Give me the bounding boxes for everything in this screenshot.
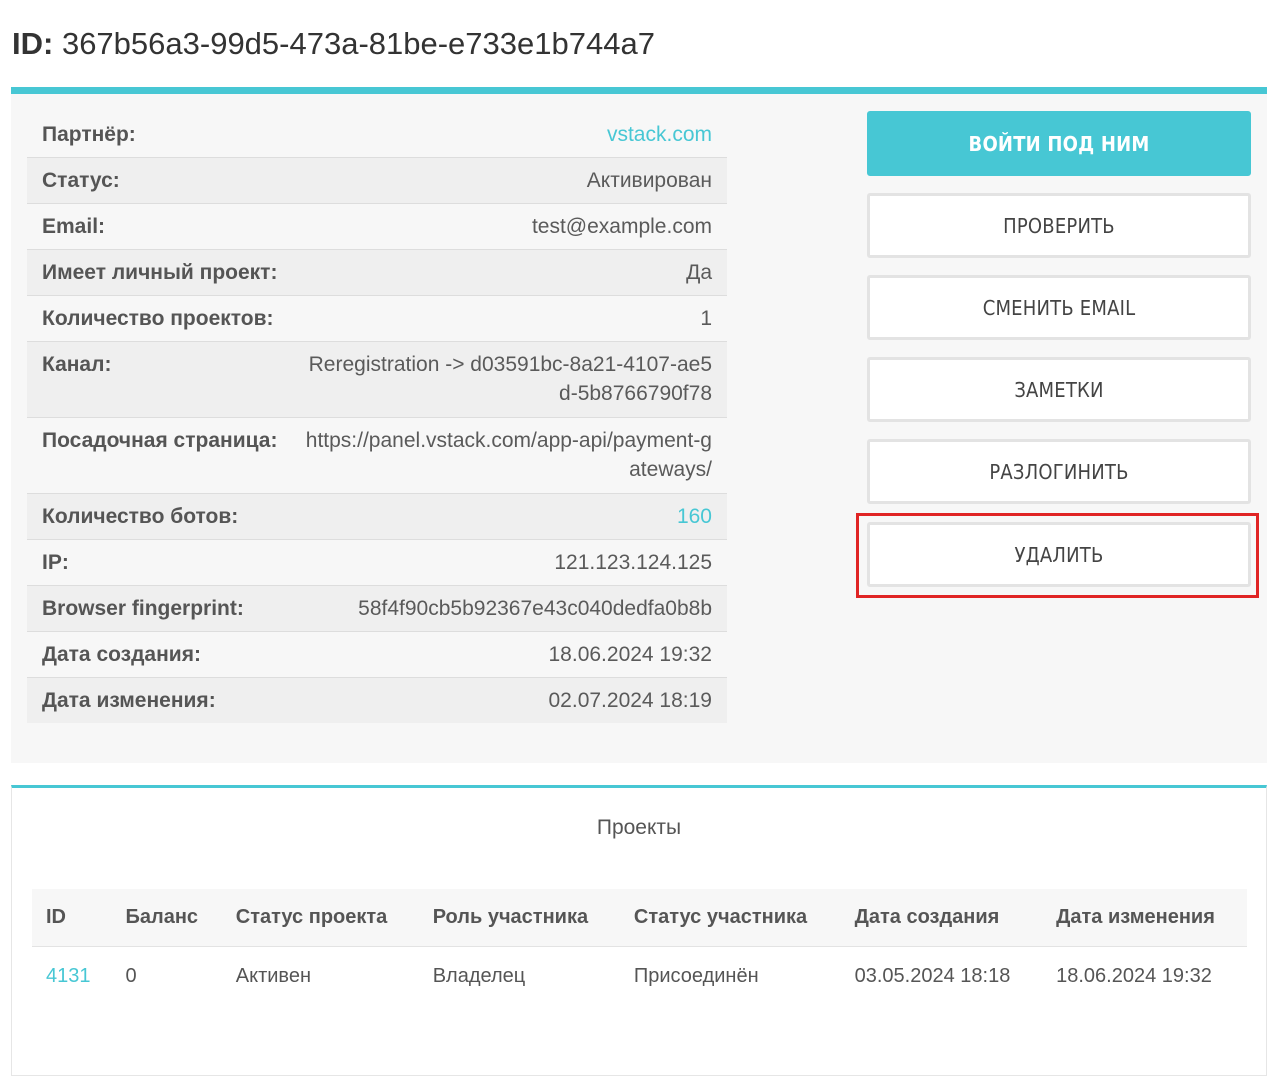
info-value: 121.123.124.125 [287, 539, 727, 586]
bots-count-link[interactable]: 160 [677, 505, 712, 528]
info-label: Партнёр: [27, 112, 288, 158]
check-button[interactable]: ПРОВЕРИТЬ [867, 193, 1251, 258]
info-label: Browser fingerprint: [27, 585, 288, 632]
info-label: Email: [27, 203, 288, 250]
project-id-link[interactable]: 4131 [46, 965, 91, 987]
info-row-projects-count: Количество проектов: 1 [27, 295, 727, 342]
table-header-row: ID Баланс Статус проекта Роль участника … [32, 889, 1247, 947]
projects-table: ID Баланс Статус проекта Роль участника … [32, 889, 1247, 1005]
table-cell: Владелец [432, 964, 526, 987]
info-label: Дата создания: [27, 631, 288, 678]
info-label: Канал: [27, 341, 288, 418]
change-email-button[interactable]: СМЕНИТЬ EMAIL [867, 275, 1251, 340]
delete-highlight-frame [856, 513, 1259, 598]
column-header-member-role: Роль участника [418, 889, 620, 947]
info-label: Статус: [27, 157, 288, 204]
info-value: 1 [287, 295, 727, 342]
partner-link[interactable]: vstack.com [607, 123, 712, 146]
info-value: https://panel.vstack.com/app-api/payment… [287, 417, 727, 494]
info-value: test@example.com [287, 203, 727, 250]
info-label: Количество проектов: [27, 295, 288, 342]
user-info-panel: Партнёр: vstack.com Статус: Активирован … [11, 87, 1267, 763]
info-value: Активирован [287, 157, 727, 204]
table-cell: 0 [125, 964, 137, 987]
page-title-id: 367b56a3-99d5-473a-81be-e733e1b744a7 [61, 26, 655, 61]
info-value: Да [287, 249, 727, 296]
info-label: Количество ботов: [27, 493, 288, 540]
column-header-balance: Баланс [111, 889, 222, 947]
info-row-created: Дата создания: 18.06.2024 19:32 [27, 631, 727, 678]
info-row-partner: Партнёр: vstack.com [27, 112, 727, 158]
info-label: IP: [27, 539, 288, 586]
projects-title: Проекты [596, 816, 682, 839]
column-header-project-status: Статус проекта [221, 889, 419, 947]
info-row-ip: IP: 121.123.124.125 [27, 539, 727, 586]
column-header-id: ID [32, 889, 112, 947]
table-row: 4131 0 Активен Владелец Присоединён 03.0… [32, 947, 1247, 1006]
projects-panel: Проекты ID Баланс Статус проекта Роль уч… [11, 785, 1267, 1076]
notes-button[interactable]: ЗАМЕТКИ [867, 357, 1251, 422]
info-row-status: Статус: Активирован [27, 157, 727, 204]
column-header-created: Дата создания [840, 889, 1043, 947]
login-as-user-button[interactable]: ВОЙТИ ПОД НИМ [867, 111, 1251, 176]
table-cell: 18.06.2024 19:32 [1056, 964, 1212, 987]
logout-button[interactable]: РАЗЛОГИНИТЬ [867, 439, 1251, 504]
table-cell: Присоединён [633, 964, 759, 987]
info-row-fingerprint: Browser fingerprint: 58f4f90cb5b92367e43… [27, 585, 727, 632]
info-value: Reregistration -> d03591bc-8a21-4107-ae5… [287, 341, 727, 418]
info-row-updated: Дата изменения: 02.07.2024 18:19 [27, 677, 727, 723]
page-title: ID: 367b56a3-99d5-473a-81be-e733e1b744a7 [12, 26, 655, 62]
info-value: 02.07.2024 18:19 [287, 677, 727, 723]
info-row-email: Email: test@example.com [27, 203, 727, 250]
info-label: Посадочная страница: [27, 417, 288, 494]
user-info-table: Партнёр: vstack.com Статус: Активирован … [27, 112, 727, 723]
info-row-landing-page: Посадочная страница: https://panel.vstac… [27, 417, 727, 494]
table-cell: 03.05.2024 18:18 [854, 964, 1011, 987]
page-title-label: ID: [12, 26, 54, 61]
info-row-personal-project: Имеет личный проект: Да [27, 249, 727, 296]
info-row-bots-count: Количество ботов: 160 [27, 493, 727, 540]
info-value: 18.06.2024 19:32 [287, 631, 727, 678]
info-label: Дата изменения: [27, 677, 288, 723]
info-label: Имеет личный проект: [27, 249, 288, 296]
info-value: 58f4f90cb5b92367e43c040dedfa0b8b [287, 585, 727, 632]
column-header-member-status: Статус участника [619, 889, 841, 947]
table-cell: Активен [235, 964, 311, 987]
info-row-channel: Канал: Reregistration -> d03591bc-8a21-4… [27, 341, 727, 418]
column-header-updated: Дата изменения [1042, 889, 1247, 947]
